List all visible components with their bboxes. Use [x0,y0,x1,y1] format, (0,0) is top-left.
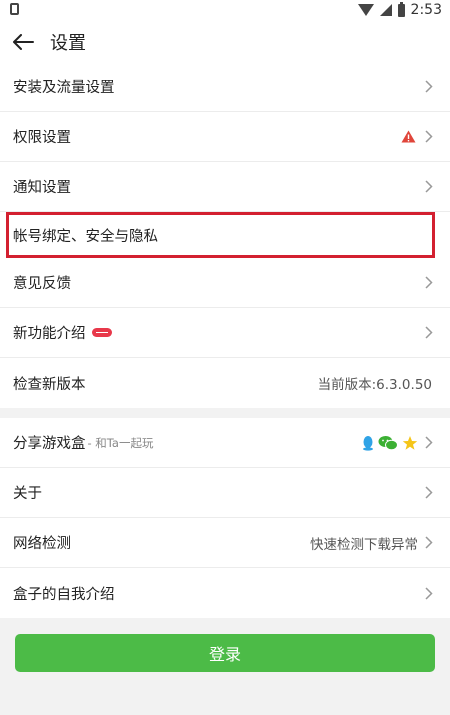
chevron-right-icon [422,326,436,339]
setting-item-network-check[interactable]: 网络检测 快速检测下载异常 [0,518,450,568]
wechat-icon [378,435,398,450]
status-time: 2:53 [410,2,442,18]
page-title: 设置 [50,33,86,54]
chevron-right-icon [422,536,436,549]
setting-item-install-traffic[interactable]: 安装及流量设置 [0,62,450,112]
title-bar: 设置 [0,22,450,62]
star-icon [402,435,418,450]
settings-group-more: 分享游戏盒 - 和Ta一起玩 关于 网络检测 快速检测下载异常 盒子的自我介绍 [0,418,450,618]
chevron-right-icon [422,180,436,193]
battery-icon [397,1,405,17]
chevron-right-icon [422,436,436,449]
new-badge [91,328,112,337]
setting-item-permissions[interactable]: 权限设置 [0,112,450,162]
setting-item-label: 检查新版本 [13,376,86,393]
chevron-right-icon [422,276,436,289]
setting-item-label: 关于 [13,486,42,502]
setting-item-label: 意见反馈 [13,276,71,292]
current-version-value: 当前版本:6.3.0.50 [317,377,432,393]
back-arrow-icon [13,34,34,50]
signal-icon [379,4,392,16]
setting-item-about[interactable]: 关于 [0,468,450,518]
network-check-hint: 快速检测下载异常 [310,536,418,553]
chevron-right-icon [422,130,436,143]
setting-item-feedback[interactable]: 意见反馈 [0,258,450,308]
setting-item-subtitle: - 和Ta一起玩 [87,435,154,450]
setting-item-label: 盒子的自我介绍 [13,586,115,603]
login-area: 登录 [0,624,450,715]
chevron-right-icon [422,586,436,600]
setting-item-notifications[interactable]: 通知设置 [0,162,450,212]
setting-item-label: 网络检测 [13,536,71,552]
login-button[interactable]: 登录 [15,634,435,672]
status-bar: 2:53 [0,0,450,22]
setting-item-label: 安装及流量设置 [13,80,115,96]
qq-icon [363,435,373,451]
chevron-right-icon [422,486,436,499]
notification-icon [10,3,19,15]
warning-icon [401,130,416,143]
setting-item-label: 帐号绑定、安全与隐私 [13,228,158,245]
setting-item-check-update[interactable]: 检查新版本 当前版本:6.3.0.50 [0,358,450,408]
setting-item-new-features[interactable]: 新功能介绍 [0,308,450,358]
setting-item-self-intro[interactable]: 盒子的自我介绍 [0,568,450,618]
setting-item-label: 新功能介绍 [13,326,86,342]
setting-item-label: 分享游戏盒 [13,436,86,452]
wifi-icon [357,4,374,16]
setting-item-label: 权限设置 [13,130,71,146]
setting-item-label: 通知设置 [13,180,71,196]
setting-item-account-security-privacy[interactable]: 帐号绑定、安全与隐私 [6,212,435,258]
section-divider [0,408,450,418]
setting-item-share[interactable]: 分享游戏盒 - 和Ta一起玩 [0,418,450,468]
back-button[interactable] [12,29,38,55]
share-icons [362,435,418,451]
settings-group-main: 安装及流量设置 权限设置 通知设置 帐号绑定、安全与隐私 意见反馈 新功能介绍 … [0,62,450,408]
chevron-right-icon [422,80,436,93]
